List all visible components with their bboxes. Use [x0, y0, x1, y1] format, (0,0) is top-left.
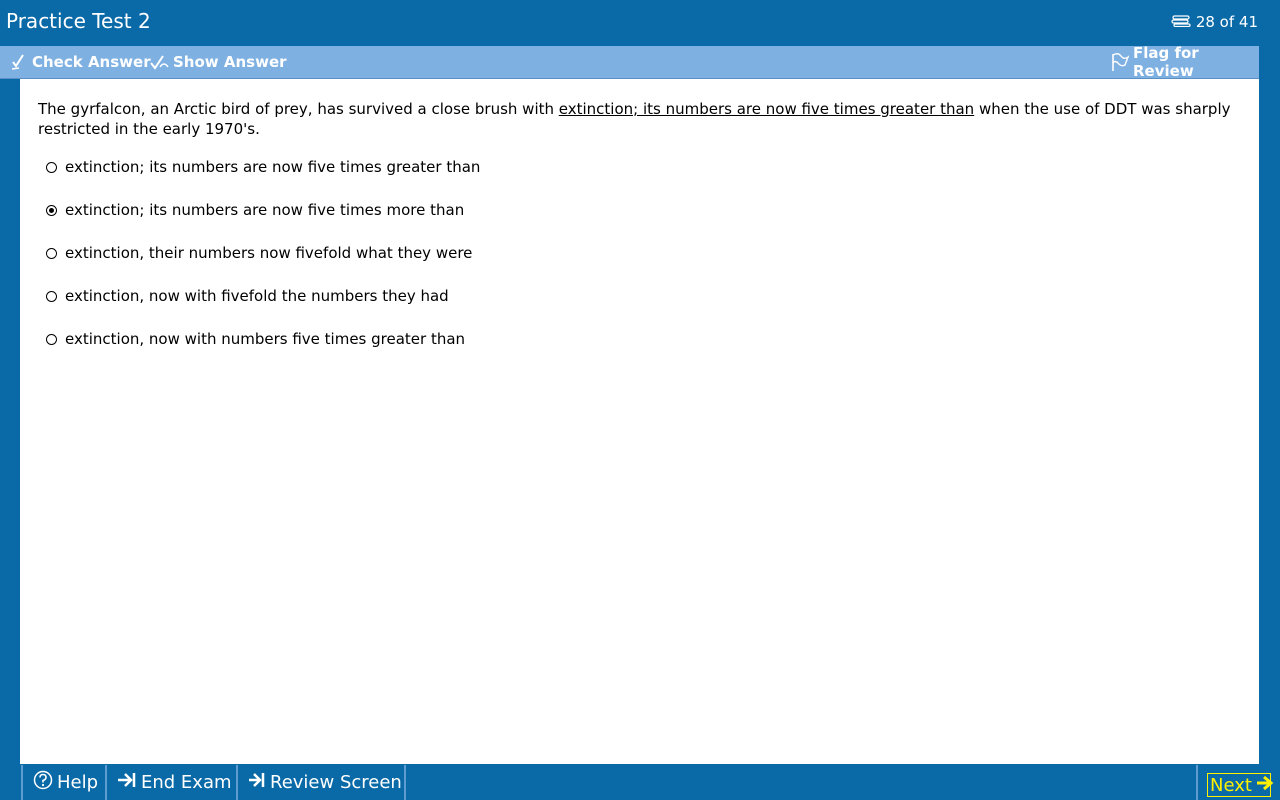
next-arrow-icon	[1256, 775, 1274, 796]
show-answer-button[interactable]: Show Answer	[149, 52, 287, 72]
question-underlined: extinction; its numbers are now five tim…	[558, 100, 975, 118]
next-label: Next	[1210, 774, 1252, 796]
flag-for-review-label: Flag for Review	[1133, 44, 1199, 80]
radio-button[interactable]	[46, 290, 57, 302]
radio-button[interactable]	[46, 333, 57, 345]
show-answer-label: Show Answer	[173, 53, 287, 71]
question-text: The gyrfalcon, an Arctic bird of prey, h…	[38, 99, 1238, 139]
counter-text: 28 of 41	[1195, 13, 1258, 31]
next-button-focus[interactable]: Next	[1207, 773, 1274, 797]
review-screen-label: Review Screen	[270, 772, 402, 793]
radio-dot	[49, 207, 54, 213]
toolbar: Check Answer Show Answer Flag for Review	[0, 44, 1259, 80]
radio-button[interactable]	[46, 161, 57, 173]
show-answer-icon	[149, 53, 169, 71]
end-exam-arrow-icon	[117, 771, 137, 794]
end-exam-button[interactable]: End Exam	[105, 765, 236, 800]
check-answer-button[interactable]: Check Answer	[10, 52, 151, 72]
bottom-bar: Help End Exam Review Screen Next	[0, 765, 1280, 800]
app-title: Practice Test 2	[6, 9, 151, 33]
option-label: extinction; its numbers are now five tim…	[65, 158, 481, 176]
flag-icon	[1109, 52, 1129, 72]
answer-option-e[interactable]: extinction, now with numbers five times …	[46, 328, 465, 350]
flag-for-review-button[interactable]: Flag for Review	[1109, 44, 1259, 80]
check-answer-label: Check Answer	[32, 53, 151, 71]
question-counter: 28 of 41	[1171, 13, 1258, 31]
stack-icon	[1171, 13, 1191, 31]
answer-option-d[interactable]: extinction, now with fivefold the number…	[46, 285, 449, 307]
question-pane: The gyrfalcon, an Arctic bird of prey, h…	[20, 79, 1259, 764]
radio-button-selected[interactable]	[46, 204, 57, 216]
review-screen-button[interactable]: Review Screen	[236, 765, 406, 800]
answer-option-b[interactable]: extinction; its numbers are now five tim…	[46, 199, 464, 221]
answer-option-a[interactable]: extinction; its numbers are now five tim…	[46, 156, 480, 178]
review-arrow-icon	[248, 771, 266, 794]
answer-option-c[interactable]: extinction, their numbers now fivefold w…	[46, 242, 472, 264]
help-button[interactable]: Help	[21, 765, 105, 800]
next-button[interactable]: Next	[1196, 765, 1280, 800]
option-label: extinction; its numbers are now five tim…	[65, 201, 465, 219]
option-label: extinction, now with numbers five times …	[65, 330, 466, 348]
help-icon	[33, 770, 53, 795]
check-pen-icon	[10, 53, 28, 71]
option-label: extinction, now with fivefold the number…	[65, 287, 449, 305]
title-bar: Practice Test 2 28 of 41	[0, 0, 1280, 45]
question-text-before: The gyrfalcon, an Arctic bird of prey, h…	[38, 100, 559, 118]
end-exam-label: End Exam	[141, 772, 232, 793]
radio-button[interactable]	[46, 247, 57, 259]
option-label: extinction, their numbers now fivefold w…	[65, 244, 473, 262]
help-label: Help	[57, 772, 99, 793]
